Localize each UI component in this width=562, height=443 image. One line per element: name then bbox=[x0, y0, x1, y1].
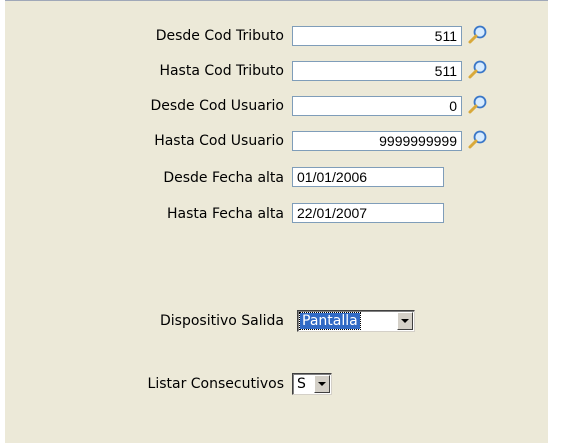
magnifier-icon[interactable] bbox=[467, 24, 489, 46]
hasta-cod-usuario-label: Hasta Cod Usuario bbox=[154, 133, 284, 149]
consecutive-dropdown-button[interactable] bbox=[314, 375, 330, 393]
desde-fecha-alta-label: Desde Fecha alta bbox=[163, 170, 284, 186]
right-frame bbox=[548, 0, 562, 443]
top-divider bbox=[0, 0, 562, 1]
left-frame bbox=[0, 0, 5, 443]
desde-cod-usuario-label: Desde Cod Usuario bbox=[150, 98, 284, 114]
magnifier-icon[interactable] bbox=[467, 129, 489, 151]
hasta-cod-usuario-field[interactable] bbox=[292, 131, 462, 151]
hasta-fecha-alta-label: Hasta Fecha alta bbox=[167, 206, 284, 222]
output-device-label: Dispositivo Salida bbox=[160, 313, 284, 329]
desde-fecha-alta-field[interactable] bbox=[292, 167, 444, 187]
hasta-cod-tributo-label: Hasta Cod Tributo bbox=[159, 63, 284, 79]
hasta-fecha-alta-field[interactable] bbox=[292, 203, 444, 223]
report-filter-panel: Desde Cod Tributo Hasta Cod Tributo Desd… bbox=[0, 0, 562, 443]
magnifier-icon[interactable] bbox=[467, 94, 489, 116]
chevron-down-icon bbox=[318, 382, 326, 386]
consecutive-value: S bbox=[297, 376, 306, 392]
hasta-cod-tributo-field[interactable] bbox=[292, 61, 462, 81]
consecutive-label: Listar Consecutivos bbox=[147, 376, 284, 392]
desde-cod-usuario-field[interactable] bbox=[292, 96, 462, 116]
chevron-down-icon bbox=[401, 319, 409, 323]
output-device-value: Pantalla bbox=[299, 312, 361, 330]
magnifier-icon[interactable] bbox=[467, 59, 489, 81]
output-device-select[interactable]: Pantalla bbox=[297, 310, 415, 332]
desde-cod-tributo-field[interactable] bbox=[292, 26, 462, 46]
consecutive-select[interactable]: S bbox=[292, 373, 332, 395]
output-device-dropdown-button[interactable] bbox=[397, 312, 413, 330]
desde-cod-tributo-label: Desde Cod Tributo bbox=[155, 28, 284, 44]
